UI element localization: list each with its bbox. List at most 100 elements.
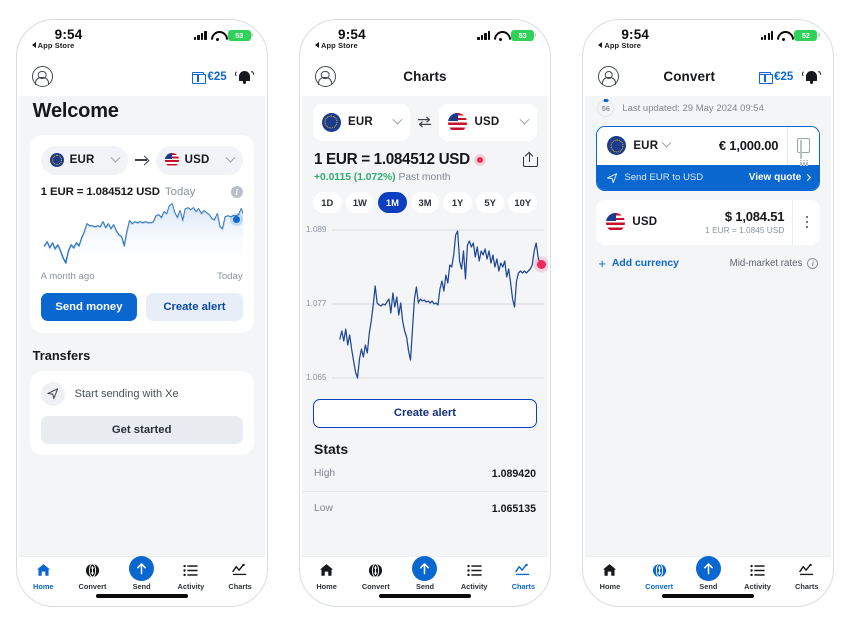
- phone-slot-convert: App Store 9:54 52 Convert €25 56 Last up…: [567, 0, 850, 625]
- app-header-convert: Convert €25: [585, 61, 832, 96]
- from-currency-chip[interactable]: EUR: [40, 145, 128, 175]
- range-1m[interactable]: 1M: [378, 191, 407, 213]
- tab-send[interactable]: Send: [684, 555, 733, 591]
- tab-send[interactable]: Send: [117, 555, 166, 591]
- activity-list-icon: [467, 562, 482, 579]
- range-1w[interactable]: 1W: [345, 191, 375, 213]
- view-quote-link[interactable]: View quote: [749, 172, 812, 183]
- add-currency-button[interactable]: + Add currency: [598, 257, 679, 270]
- share-icon[interactable]: [522, 151, 538, 167]
- from-currency-select[interactable]: EUR: [312, 103, 411, 141]
- stat-value: 1.089420: [491, 467, 536, 480]
- page-title: Charts: [403, 69, 447, 84]
- status-bar: App Store 9:54 53: [18, 21, 265, 62]
- more-options-button[interactable]: [792, 199, 820, 245]
- mid-market-rates-note[interactable]: Mid-market rates i: [730, 257, 819, 269]
- battery-icon: 53: [510, 29, 537, 41]
- phone-frame-charts: App Store 9:54 53 Charts EUR USD 1 EUR =…: [298, 18, 551, 607]
- phone-screen-charts: App Store 9:54 53 Charts EUR USD 1 EUR =…: [301, 21, 548, 604]
- send-money-button[interactable]: Send money: [40, 292, 138, 321]
- last-updated-row: 56 Last updated: 29 May 2024 09:54: [585, 96, 831, 126]
- range-3m[interactable]: 3M: [410, 191, 440, 213]
- start-sending-row[interactable]: Start sending with Xe: [40, 381, 243, 406]
- tab-home[interactable]: Home: [585, 562, 634, 591]
- tab-send[interactable]: Send: [400, 555, 449, 591]
- home-indicator: [662, 593, 755, 598]
- tab-charts[interactable]: Charts: [499, 562, 548, 591]
- chevron-down-icon: [225, 152, 236, 163]
- tab-charts[interactable]: Charts: [215, 562, 264, 591]
- notification-bell-icon[interactable]: [234, 69, 255, 85]
- tab-activity[interactable]: Activity: [166, 562, 215, 591]
- convert-footer: + Add currency Mid-market rates i: [585, 245, 831, 270]
- profile-avatar-icon[interactable]: [31, 66, 53, 87]
- rate-block: 1 EUR = 1.084512 USD +0.0115 (1.072%) Pa…: [302, 141, 548, 183]
- rate-card: EUR USD 1 EUR = 1.084512 USD Today i A m…: [29, 134, 254, 333]
- convert-icon: [368, 562, 383, 579]
- cellular-signal-icon: [193, 30, 207, 41]
- tab-charts[interactable]: Charts: [782, 562, 831, 591]
- gift-icon: [192, 71, 207, 85]
- to-currency-card[interactable]: USD $ 1,084.51 1 EUR = 1.0845 USD: [596, 199, 821, 245]
- tab-convert[interactable]: Convert: [635, 562, 684, 591]
- range-1y[interactable]: 1Y: [443, 191, 472, 213]
- add-currency-label: Add currency: [611, 257, 679, 269]
- send-banner[interactable]: Send EUR to USD View quote: [597, 164, 820, 190]
- phone-frame-home: App Store 9:54 53 €25 Welcome EUR USD 1 …: [15, 18, 268, 607]
- live-indicator-dot: [476, 156, 483, 163]
- profile-avatar-icon[interactable]: [314, 66, 336, 87]
- tab-label: Convert: [78, 581, 107, 591]
- phone-screen-convert: App Store 9:54 52 Convert €25 56 Last up…: [585, 21, 832, 604]
- to-amount-value: $ 1,084.51: [724, 209, 785, 224]
- back-triangle-icon: [598, 42, 603, 48]
- sparkline-axis-labels: A month ago Today: [41, 271, 243, 282]
- range-5y[interactable]: 5Y: [475, 191, 505, 213]
- from-amount-row[interactable]: EUR € 1,000.00: [597, 126, 820, 166]
- usd-flag-icon: [164, 153, 179, 167]
- notification-bell-icon[interactable]: [801, 69, 822, 85]
- tab-convert[interactable]: Convert: [351, 562, 400, 591]
- status-indicators: 53: [477, 29, 537, 41]
- home-icon: [36, 562, 51, 579]
- tab-convert[interactable]: Convert: [68, 562, 117, 591]
- back-to-app-store[interactable]: App Store: [314, 41, 358, 50]
- battery-icon: 52: [794, 29, 820, 41]
- back-to-app-store[interactable]: App Store: [598, 41, 641, 50]
- back-triangle-icon: [31, 42, 36, 48]
- tab-home[interactable]: Home: [19, 562, 68, 591]
- y-axis-label-mid: 1.077: [305, 298, 327, 308]
- calculator-button[interactable]: [787, 126, 819, 166]
- back-to-app-store[interactable]: App Store: [31, 41, 75, 50]
- range-1d[interactable]: 1D: [312, 191, 342, 213]
- from-currency-card: EUR € 1,000.00 Send EUR to USD View quot…: [596, 125, 821, 191]
- create-alert-button[interactable]: Create alert: [312, 398, 537, 428]
- charts-content: EUR USD 1 EUR = 1.084512 USD +0.0115 (1.…: [301, 95, 548, 556]
- tab-label: Activity: [460, 581, 488, 591]
- rate-line: 1 EUR = 1.084512 USD Today i: [41, 185, 243, 198]
- get-started-button[interactable]: Get started: [40, 415, 243, 444]
- to-rate-text: 1 EUR = 1.0845 USD: [705, 225, 785, 235]
- swap-currencies-icon[interactable]: [417, 115, 432, 129]
- to-currency-chip[interactable]: USD: [155, 145, 243, 175]
- calculator-icon: [797, 138, 811, 166]
- stat-key: Low: [313, 503, 333, 514]
- transfers-card: Start sending with Xe Get started: [29, 370, 254, 455]
- range-10y[interactable]: 10Y: [508, 191, 538, 213]
- battery-percent: 53: [518, 30, 527, 40]
- info-icon[interactable]: i: [807, 257, 819, 269]
- profile-avatar-icon[interactable]: [598, 66, 620, 87]
- info-icon[interactable]: i: [230, 185, 243, 198]
- back-label: App Store: [604, 40, 642, 50]
- from-currency-code: EUR: [633, 139, 659, 152]
- tab-home[interactable]: Home: [302, 562, 351, 591]
- create-alert-button[interactable]: Create alert: [146, 292, 243, 321]
- to-currency-select[interactable]: USD: [439, 103, 537, 141]
- gift-reward-button[interactable]: €25: [192, 71, 227, 85]
- tab-activity[interactable]: Activity: [733, 562, 782, 591]
- refresh-countdown-timer: 56: [597, 99, 615, 117]
- chevron-right-icon: [804, 173, 812, 181]
- tab-activity[interactable]: Activity: [450, 562, 499, 591]
- gift-reward-button[interactable]: €25: [759, 71, 793, 85]
- wifi-icon: [777, 30, 790, 41]
- from-amount-input[interactable]: € 1,000.00: [719, 138, 787, 153]
